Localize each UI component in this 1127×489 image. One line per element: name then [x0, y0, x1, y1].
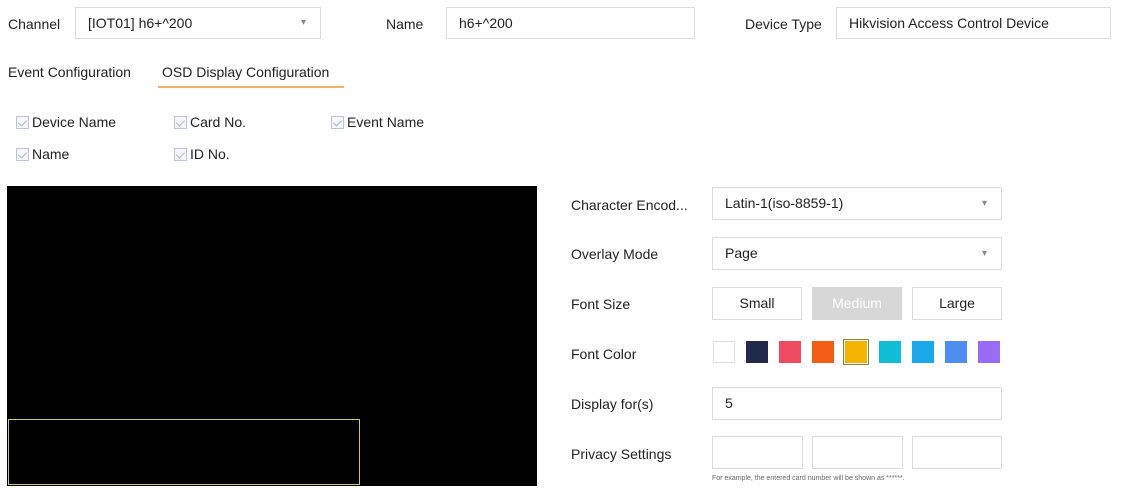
- checkbox-event-name-label: Event Name: [347, 114, 425, 130]
- display-for-value: 5: [725, 395, 733, 411]
- checkbox-id-no-label: ID No.: [190, 146, 230, 162]
- chevron-down-icon: ▾: [981, 248, 987, 259]
- name-label: Name: [386, 16, 424, 32]
- channel-select[interactable]: [IOT01] h6+^200 ▾: [75, 7, 321, 39]
- checkbox-device-name-label: Device Name: [32, 114, 117, 130]
- checkbox-event-name[interactable]: Event Name: [331, 114, 424, 130]
- font-color-swatch-blue[interactable]: [945, 341, 967, 363]
- font-color-swatch-white[interactable]: [713, 341, 735, 363]
- overlay-mode-value: Page: [725, 245, 758, 261]
- privacy-input-2[interactable]: [812, 436, 903, 469]
- font-size-medium-button[interactable]: Medium: [812, 287, 902, 320]
- character-encoding-label: Character Encod...: [571, 197, 688, 213]
- channel-label: Channel: [8, 16, 61, 32]
- font-size-label: Font Size: [571, 296, 631, 312]
- font-color-swatch-yellow[interactable]: [843, 339, 869, 365]
- checkmark-icon: [174, 147, 187, 161]
- character-encoding-select[interactable]: Latin-1(iso-8859-1) ▾: [712, 187, 1002, 220]
- font-color-swatch-purple[interactable]: [978, 341, 1000, 363]
- device-type-value: Hikvision Access Control Device: [849, 15, 1049, 31]
- font-color-swatch-sky-blue[interactable]: [912, 341, 934, 363]
- checkbox-card-no-label: Card No.: [190, 114, 247, 130]
- checkbox-device-name[interactable]: Device Name: [16, 114, 116, 130]
- font-color-label: Font Color: [571, 346, 637, 362]
- checkbox-name-label: Name: [32, 146, 70, 162]
- video-preview[interactable]: [7, 186, 537, 486]
- font-size-small-button[interactable]: Small: [712, 287, 802, 320]
- display-for-input[interactable]: 5: [712, 387, 1002, 420]
- privacy-hint-text: For example, the entered card number wil…: [712, 475, 905, 482]
- privacy-input-3[interactable]: [912, 436, 1002, 469]
- osd-overlay-region[interactable]: [8, 419, 360, 485]
- privacy-settings-label: Privacy Settings: [571, 446, 672, 462]
- tab-event-configuration[interactable]: Event Configuration: [8, 64, 131, 80]
- font-color-swatch-orange[interactable]: [812, 341, 834, 363]
- active-tab-indicator: [158, 86, 344, 88]
- checkmark-icon: [331, 115, 344, 129]
- character-encoding-value: Latin-1(iso-8859-1): [725, 195, 844, 211]
- device-type-field: Hikvision Access Control Device: [836, 7, 1111, 39]
- font-color-swatch-navy[interactable]: [746, 341, 768, 363]
- display-for-label: Display for(s): [571, 396, 654, 412]
- name-input[interactable]: h6+^200: [446, 7, 695, 39]
- tab-osd-display-configuration[interactable]: OSD Display Configuration: [162, 64, 329, 80]
- checkbox-card-no[interactable]: Card No.: [174, 114, 246, 130]
- chevron-down-icon: ▾: [300, 17, 306, 28]
- font-size-large-button[interactable]: Large: [912, 287, 1002, 320]
- checkbox-id-no[interactable]: ID No.: [174, 146, 230, 162]
- checkmark-icon: [16, 147, 29, 161]
- checkbox-name[interactable]: Name: [16, 146, 69, 162]
- device-type-label: Device Type: [745, 16, 822, 32]
- checkmark-icon: [174, 115, 187, 129]
- channel-select-value: [IOT01] h6+^200: [88, 15, 193, 31]
- checkmark-icon: [16, 115, 29, 129]
- overlay-mode-label: Overlay Mode: [571, 246, 659, 262]
- chevron-down-icon: ▾: [981, 198, 987, 209]
- font-color-swatch-red[interactable]: [779, 341, 801, 363]
- name-input-value: h6+^200: [459, 15, 513, 31]
- font-color-swatch-cyan[interactable]: [879, 341, 901, 363]
- overlay-mode-select[interactable]: Page ▾: [712, 237, 1002, 270]
- privacy-input-1[interactable]: [712, 436, 803, 469]
